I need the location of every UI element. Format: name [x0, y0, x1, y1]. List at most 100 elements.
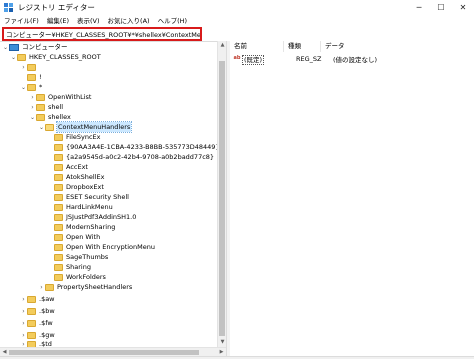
tree-node-contextmenuhandlers[interactable]: ⌄ ContextMenuHandlers — [38, 121, 133, 133]
folder-open-icon — [45, 123, 54, 131]
scroll-left-arrow-icon[interactable]: ◀ — [1, 349, 8, 356]
tree-node-hkcr[interactable]: ⌄ HKEY_CLASSES_ROOT — [10, 52, 101, 62]
tree-node-accext[interactable]: AccExt — [47, 162, 88, 172]
folder-icon — [54, 183, 63, 191]
chevron-down-icon[interactable]: ⌄ — [10, 52, 17, 62]
tree-node-label: .$fw — [39, 319, 53, 327]
menu-help[interactable]: ヘルプ(H) — [154, 15, 191, 27]
tree-node-hardlinkmenu[interactable]: HardLinkMenu — [47, 202, 113, 212]
value-row[interactable]: ab (既定) REG_SZ (値の設定なし) — [230, 53, 377, 65]
folder-icon — [27, 63, 36, 71]
tree-node-td[interactable]: › .$td — [20, 339, 52, 347]
minimize-button[interactable]: ─ — [408, 0, 430, 15]
scroll-thumb[interactable] — [9, 350, 199, 355]
chevron-down-icon[interactable]: ⌄ — [29, 112, 36, 122]
folder-icon — [54, 203, 63, 211]
tree-node-fw[interactable]: › .$fw — [20, 318, 53, 328]
folder-icon — [36, 103, 45, 111]
chevron-right-icon[interactable]: › — [20, 306, 27, 316]
close-button[interactable]: ✕ — [452, 0, 474, 15]
address-bar[interactable]: コンピューター¥HKEY_CLASSES_ROOT¥*¥shellex¥Cont… — [2, 27, 202, 41]
chevron-right-icon[interactable]: › — [29, 102, 36, 112]
tree-node-aw[interactable]: › .$aw — [20, 294, 55, 304]
column-header-data[interactable]: データ — [321, 41, 391, 52]
tree-node-openwithlist[interactable]: › OpenWithList — [29, 92, 91, 102]
scroll-thumb[interactable] — [219, 61, 225, 336]
folder-icon — [45, 283, 54, 291]
tree-node-sagethumbs[interactable]: SageThumbs — [47, 252, 108, 262]
tree-node-star[interactable]: ⌄ * — [20, 82, 42, 92]
tree-node-guid-90aa[interactable]: {90AA3A4E-1CBA-4233-B8BB-535773D48449} — [47, 142, 217, 152]
tree-node-label: HardLinkMenu — [66, 203, 113, 211]
tree-vertical-scrollbar[interactable]: ▲ ▼ — [217, 41, 226, 347]
window-title: レジストリ エディター — [18, 3, 95, 12]
folder-icon — [27, 73, 36, 81]
chevron-down-icon[interactable]: ⌄ — [38, 122, 45, 132]
folder-icon — [54, 163, 63, 171]
chevron-right-icon[interactable]: › — [20, 62, 27, 72]
tree-node-open-with[interactable]: Open With — [47, 232, 100, 242]
tree-node-label: ESET Security Shell — [66, 193, 129, 201]
column-header-name[interactable]: 名前 — [230, 41, 284, 52]
chevron-right-icon[interactable]: › — [20, 339, 27, 348]
tree-node-shellex[interactable]: ⌄ shellex — [29, 112, 71, 122]
chevron-down-icon[interactable]: ⌄ — [2, 42, 9, 52]
menu-edit[interactable]: 編集(E) — [43, 15, 73, 27]
maximize-button[interactable]: ☐ — [430, 0, 452, 15]
tree-node-label: WorkFolders — [66, 273, 106, 281]
regedit-app-icon — [4, 3, 13, 12]
tree-node-bw[interactable]: › .$bw — [20, 306, 55, 316]
scroll-right-arrow-icon[interactable]: ▶ — [218, 349, 225, 356]
tree-node-sharing[interactable]: Sharing — [47, 262, 91, 272]
tree-node-label: PropertySheetHandlers — [57, 283, 133, 291]
value-name-cell: (既定) — [242, 54, 292, 65]
tree-node-label: .$bw — [39, 307, 55, 315]
computer-icon — [9, 43, 19, 51]
tree-horizontal-scrollbar[interactable]: ◀ ▶ — [0, 347, 226, 356]
scroll-down-arrow-icon[interactable]: ▼ — [219, 339, 226, 346]
list-header: 名前 種類 データ — [230, 41, 474, 52]
values-list: 名前 種類 データ ab (既定) REG_SZ (値の設定なし) — [230, 41, 474, 356]
tree-node-label: shell — [48, 103, 64, 111]
tree-node-filesyncex[interactable]: FileSyncEx — [47, 132, 101, 142]
menu-file[interactable]: ファイル(F) — [0, 15, 43, 27]
tree-node-label: .$aw — [39, 295, 55, 303]
tree-node-shell[interactable]: › shell — [29, 102, 63, 112]
tree-node-blank[interactable]: › — [20, 62, 39, 72]
tree-node-jsjustpdf3[interactable]: JSJustPdf3AddinSH1.0 — [47, 212, 136, 222]
menu-favorites[interactable]: お気に入り(A) — [104, 15, 154, 27]
chevron-right-icon[interactable]: › — [29, 92, 36, 102]
chevron-right-icon[interactable]: › — [20, 318, 27, 328]
column-header-type[interactable]: 種類 — [284, 41, 321, 52]
folder-icon — [27, 319, 36, 327]
tree-node-exclam[interactable]: ! — [20, 72, 42, 82]
tree-node-guid-a2a9[interactable]: {a2a9545d-a0c2-42b4-9708-a0b2badd77c8} — [47, 152, 214, 162]
tree-node-label: ModernSharing — [66, 223, 116, 231]
chevron-right-icon[interactable]: › — [20, 294, 27, 304]
chevron-down-icon[interactable]: ⌄ — [20, 82, 27, 92]
scroll-up-arrow-icon[interactable]: ▲ — [219, 42, 226, 49]
tree-node-computer[interactable]: ⌄ コンピューター — [2, 42, 68, 52]
folder-icon — [54, 243, 63, 251]
tree-node-modernsharing[interactable]: ModernSharing — [47, 222, 115, 232]
tree-node-workfolders[interactable]: WorkFolders — [47, 272, 106, 282]
chevron-right-icon[interactable]: › — [38, 282, 45, 292]
folder-icon — [36, 113, 45, 121]
tree-node-dropboxext[interactable]: DropboxExt — [47, 182, 104, 192]
tree-node-propertysheethandlers[interactable]: › PropertySheetHandlers — [38, 282, 132, 292]
tree-node-label: Sharing — [66, 263, 91, 271]
folder-icon — [17, 53, 26, 61]
tree-node-open-with-encryptionmenu[interactable]: Open With EncryptionMenu — [47, 242, 155, 252]
tree-node-label: * — [39, 83, 43, 91]
tree-node-label: .$td — [39, 340, 52, 347]
tree-node-eset-security-shell[interactable]: ESET Security Shell — [47, 192, 129, 202]
tree-node-atokshellex[interactable]: AtokShellEx — [47, 172, 104, 182]
tree-node-label: DropboxExt — [66, 183, 104, 191]
menu-view[interactable]: 表示(V) — [73, 15, 104, 27]
